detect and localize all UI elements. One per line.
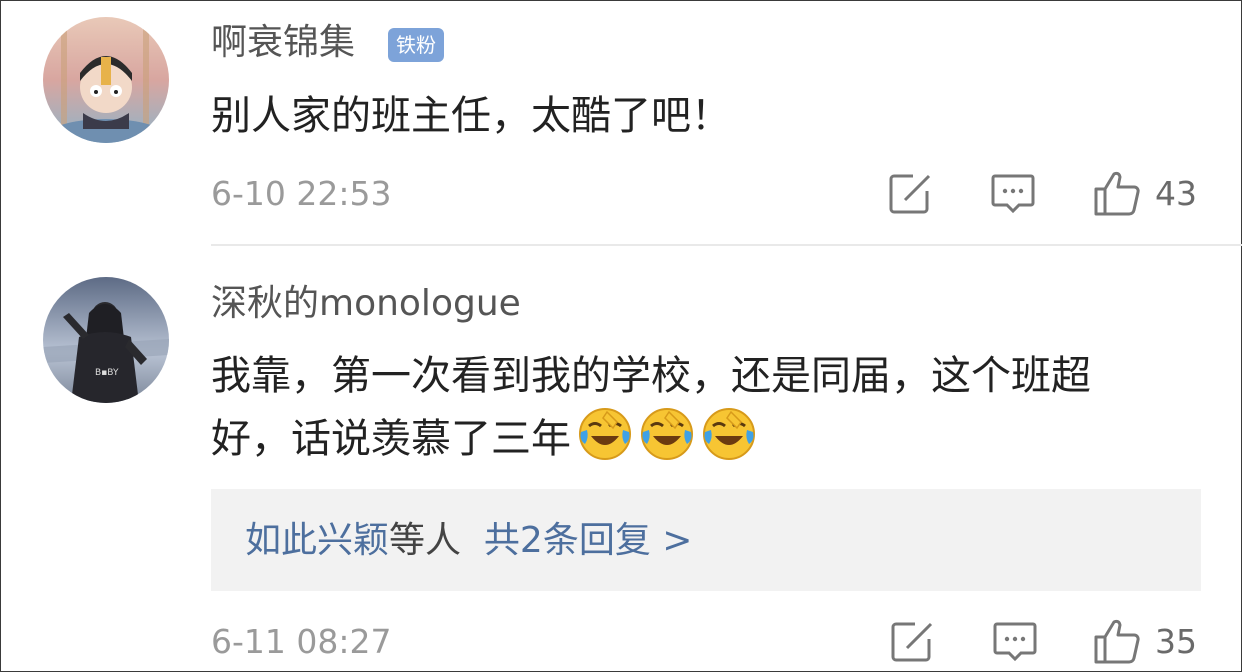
laughing-tears-emoji <box>641 408 693 460</box>
like-count: 43 <box>1155 174 1197 213</box>
share-icon[interactable] <box>889 173 933 215</box>
like-icon[interactable] <box>1093 169 1141 217</box>
comment-text-line: 好，话说羡慕了三年 <box>211 416 571 462</box>
laughing-tears-emoji <box>703 408 755 460</box>
avatar[interactable] <box>43 17 169 143</box>
avatar[interactable]: B▪BY <box>43 277 169 403</box>
laughing-tears-emoji <box>579 408 631 460</box>
timestamp: 6-10 22:53 <box>211 174 392 213</box>
svg-text:B▪BY: B▪BY <box>95 368 119 378</box>
username[interactable]: 深秋的monologue <box>211 284 521 324</box>
share-icon[interactable] <box>891 621 935 663</box>
comment-text: 我靠，第一次看到我的学校，还是同届，这个班超 <box>211 345 1091 407</box>
replies-summary[interactable]: 如此兴颖等人 共2条回复 > <box>245 519 692 563</box>
comment-text-line: 我靠，第一次看到我的学校，还是同届，这个班超 <box>211 353 1091 399</box>
reply-connector: 等人 <box>389 520 462 561</box>
like-icon[interactable] <box>1093 617 1141 665</box>
username[interactable]: 啊衰锦集 <box>211 23 355 63</box>
view-replies-link[interactable]: 共2条回复 > <box>484 520 693 561</box>
comment-text: 别人家的班主任，太酷了吧！ <box>211 93 731 139</box>
comment-icon[interactable] <box>993 621 1037 663</box>
comment-icon[interactable] <box>991 173 1035 215</box>
replies-preview[interactable]: 如此兴颖等人 共2条回复 > <box>211 489 1201 591</box>
fan-badge: 铁粉 <box>388 28 444 62</box>
like-count: 35 <box>1155 622 1197 661</box>
comment-list: 啊衰锦集 铁粉 别人家的班主任，太酷了吧！ 6-10 22:53 43 B▪BY… <box>0 0 1242 672</box>
reply-author-link[interactable]: 如此兴颖 <box>245 520 389 561</box>
divider <box>211 244 1242 246</box>
comment-text: 好，话说羡慕了三年 <box>211 406 757 470</box>
timestamp: 6-11 08:27 <box>211 622 392 661</box>
